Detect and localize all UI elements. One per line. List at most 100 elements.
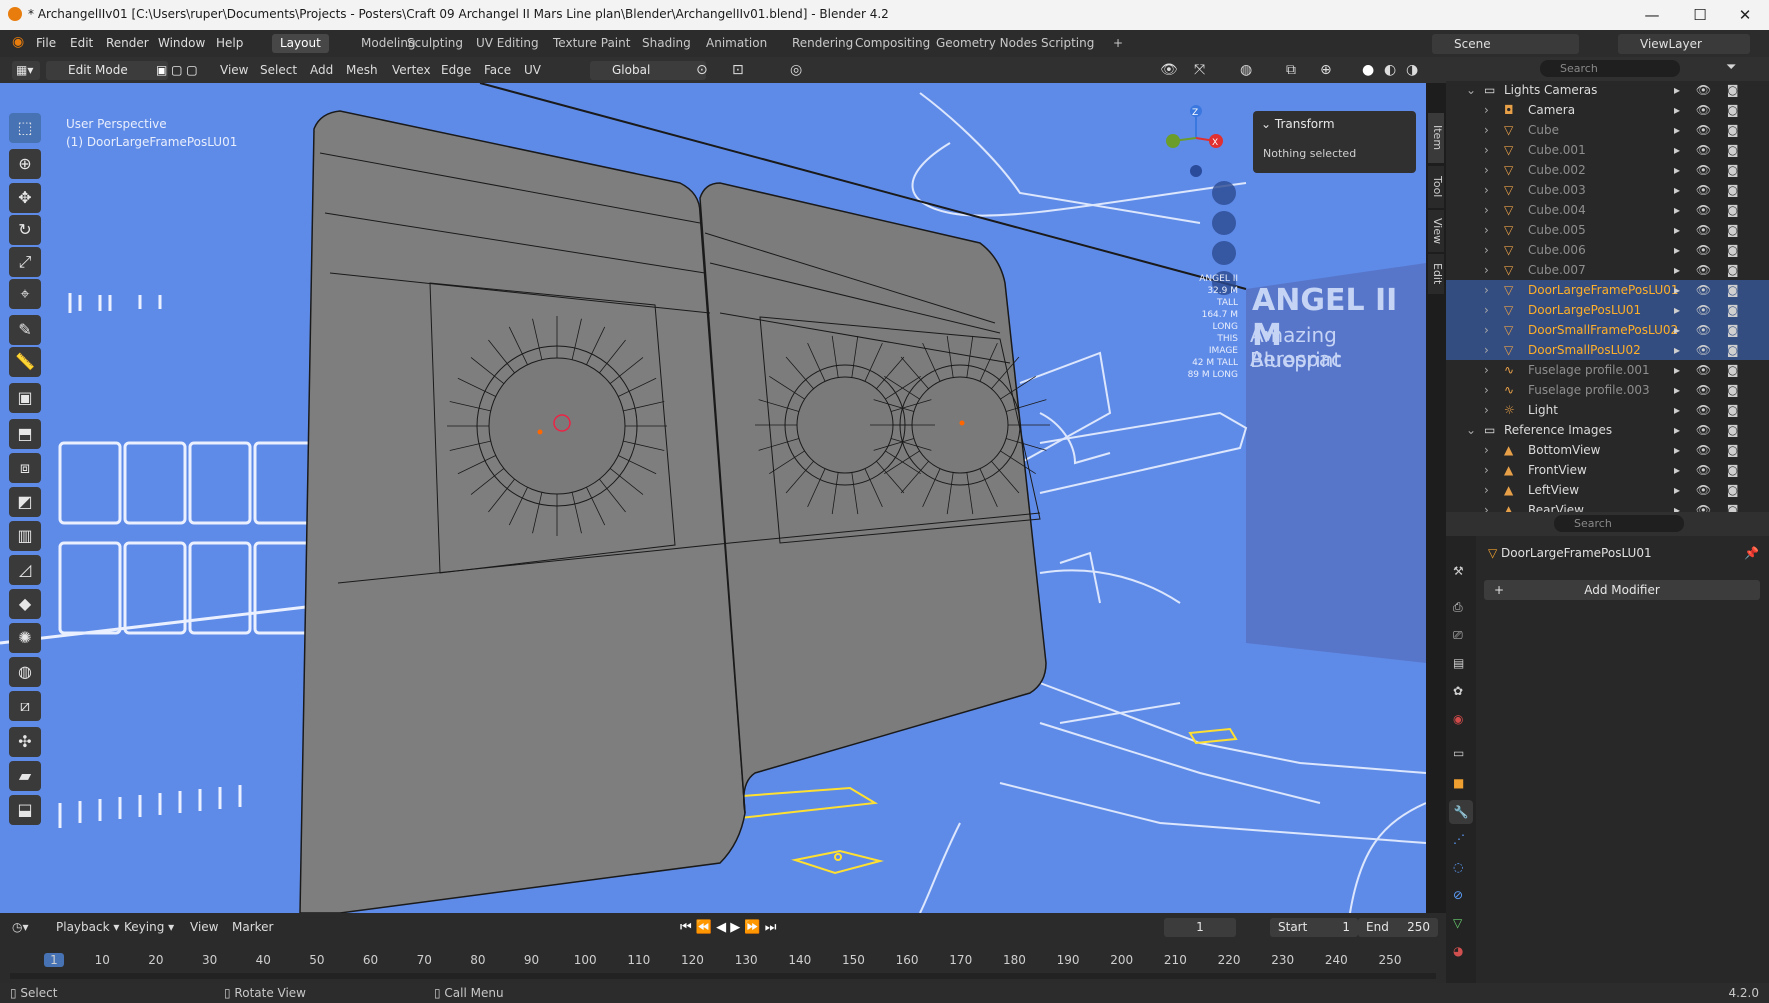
chevron-right-icon[interactable]: › bbox=[1484, 360, 1489, 380]
outliner-item-name[interactable]: DoorSmallPosLU02 bbox=[1528, 340, 1641, 360]
tab-tool[interactable]: Tool bbox=[1428, 166, 1444, 208]
smooth-tool-icon[interactable]: ◍ bbox=[9, 657, 41, 687]
view-layer-tab-icon[interactable]: ▤ bbox=[1453, 656, 1464, 670]
menu-file[interactable]: File bbox=[36, 36, 56, 50]
visibility-toggles[interactable]: ▸ 👁 ◙ bbox=[1674, 240, 1745, 260]
cursor-tool-icon[interactable]: ⊕ bbox=[9, 149, 41, 179]
shading-material-icon[interactable]: ◐ bbox=[1384, 61, 1396, 80]
menu-window[interactable]: Window bbox=[158, 36, 205, 50]
render-properties-tab-icon[interactable]: ⎙ bbox=[1453, 600, 1463, 615]
menu-select[interactable]: Select bbox=[260, 61, 297, 80]
visibility-toggles[interactable]: ▸ 👁 ◙ bbox=[1674, 120, 1745, 140]
outliner-item-name[interactable]: DoorLargePosLU01 bbox=[1528, 300, 1641, 320]
gizmo-icon[interactable]: ⤧ bbox=[1194, 61, 1205, 80]
outliner-row[interactable]: › ▽ Cube.007 ▸ 👁 ◙ bbox=[1446, 260, 1769, 280]
visibility-toggles[interactable]: ▸ 👁 ◙ bbox=[1674, 220, 1745, 240]
outliner-item-name[interactable]: Cube bbox=[1528, 120, 1559, 140]
chevron-down-icon[interactable]: ⌄ bbox=[1466, 80, 1476, 100]
transform-panel-header[interactable]: ⌄ Transform bbox=[1261, 117, 1335, 131]
blender-menu-icon[interactable]: ◉ bbox=[12, 34, 24, 50]
visibility-toggles[interactable]: ▸ 👁 ◙ bbox=[1674, 400, 1745, 420]
material-tab-icon[interactable]: ◕ bbox=[1453, 944, 1463, 958]
outliner-row[interactable]: › ∿ Fuselage profile.001 ▸ 👁 ◙ bbox=[1446, 360, 1769, 380]
shear-tool-icon[interactable]: ▰ bbox=[9, 761, 41, 791]
outliner-search-input[interactable]: Search bbox=[1540, 60, 1680, 77]
menu-render[interactable]: Render bbox=[106, 36, 149, 50]
outliner-item-name[interactable]: Cube.007 bbox=[1528, 260, 1586, 280]
timeline-editor-type-icon[interactable]: ◷▾ bbox=[12, 918, 29, 937]
tab-edit[interactable]: Edit bbox=[1428, 254, 1444, 294]
outliner-item-name[interactable]: Cube.004 bbox=[1528, 200, 1586, 220]
tab-workspace-scripting[interactable]: Scripting bbox=[1033, 34, 1102, 53]
properties-search-input[interactable]: Search bbox=[1554, 515, 1684, 532]
tab-workspace-animation[interactable]: Animation bbox=[698, 34, 775, 53]
timeline-scrollbar[interactable] bbox=[10, 973, 1436, 979]
shading-solid-icon[interactable]: ● bbox=[1362, 61, 1374, 80]
chevron-right-icon[interactable]: › bbox=[1484, 400, 1489, 420]
chevron-right-icon[interactable]: › bbox=[1484, 260, 1489, 280]
overlays-icon[interactable]: ◍ bbox=[1240, 61, 1252, 80]
shrink-fatten-tool-icon[interactable]: ✣ bbox=[9, 727, 41, 757]
outliner-item-name[interactable]: Camera bbox=[1528, 100, 1575, 120]
xray-icon[interactable]: ⧉ bbox=[1286, 61, 1296, 80]
start-frame-field[interactable]: Start 1 bbox=[1270, 918, 1358, 937]
visibility-toggles[interactable]: ▸ 👁 ◙ bbox=[1674, 100, 1745, 120]
modifier-tab-icon[interactable]: 🔧 bbox=[1449, 800, 1473, 824]
visibility-toggles[interactable]: ▸ 👁 ◙ bbox=[1674, 500, 1745, 512]
outliner-row[interactable]: ⌄ ▭ Reference Images ▸ 👁 ◙ bbox=[1446, 420, 1769, 440]
tab-workspace-geometry-nodes[interactable]: Geometry Nodes bbox=[928, 34, 1045, 53]
outliner-row[interactable]: › ☼ Light ▸ 👁 ◙ bbox=[1446, 400, 1769, 420]
3d-viewport[interactable]: Z X User Perspective (1) DoorLargeFrameP… bbox=[0, 83, 1426, 913]
menu-edge[interactable]: Edge bbox=[441, 61, 471, 80]
physics-tab-icon[interactable]: ◌ bbox=[1453, 860, 1463, 874]
bevel-tool-icon[interactable]: ◩ bbox=[9, 487, 41, 517]
outliner-item-name[interactable]: RearView bbox=[1528, 500, 1584, 512]
outliner-row[interactable]: › ▲ FrontView ▸ 👁 ◙ bbox=[1446, 460, 1769, 480]
menu-add[interactable]: Add bbox=[310, 61, 333, 80]
add-modifier-button[interactable]: + Add Modifier bbox=[1484, 580, 1760, 600]
outliner-item-name[interactable]: Fuselage profile.003 bbox=[1528, 380, 1650, 400]
chevron-right-icon[interactable]: › bbox=[1484, 120, 1489, 140]
tab-workspace-compositing[interactable]: Compositing bbox=[847, 34, 938, 53]
chevron-right-icon[interactable]: › bbox=[1484, 500, 1489, 512]
collection-tab-icon[interactable]: ▭ bbox=[1453, 746, 1464, 760]
spin-tool-icon[interactable]: ✺ bbox=[9, 623, 41, 653]
playback-menu[interactable]: Playback ▾ bbox=[56, 918, 119, 937]
loop-cut-tool-icon[interactable]: ▥ bbox=[9, 521, 41, 551]
menu-vertex[interactable]: Vertex bbox=[392, 61, 431, 80]
outliner-row[interactable]: › ▽ Cube.004 ▸ 👁 ◙ bbox=[1446, 200, 1769, 220]
visibility-toggles[interactable]: ▸ 👁 ◙ bbox=[1674, 380, 1745, 400]
transform-tool-icon[interactable]: ⌖ bbox=[9, 279, 41, 309]
snap-icon[interactable]: ⊡ bbox=[732, 61, 744, 80]
annotate-tool-icon[interactable]: ✎ bbox=[9, 315, 41, 345]
outliner-row[interactable]: › ▲ RearView ▸ 👁 ◙ bbox=[1446, 500, 1769, 512]
visibility-toggles[interactable]: ▸ 👁 ◙ bbox=[1674, 360, 1745, 380]
chevron-down-icon[interactable]: ⌄ bbox=[1466, 420, 1476, 440]
outliner-row[interactable]: › ▲ LeftView ▸ 👁 ◙ bbox=[1446, 480, 1769, 500]
outliner-row[interactable]: › ▲ BottomView ▸ 👁 ◙ bbox=[1446, 440, 1769, 460]
chevron-right-icon[interactable]: › bbox=[1484, 440, 1489, 460]
close-button[interactable]: ✕ bbox=[1725, 4, 1765, 26]
output-properties-tab-icon[interactable]: ⎚ bbox=[1453, 628, 1463, 643]
shading-wireframe-icon[interactable]: ⊕ bbox=[1320, 61, 1332, 80]
outliner-item-name[interactable]: Light bbox=[1528, 400, 1558, 420]
select-box-tool-icon[interactable]: ⬚ bbox=[9, 113, 41, 143]
extrude-tool-icon[interactable]: ⬒ bbox=[9, 419, 41, 449]
outliner-row[interactable]: › ▽ DoorLargeFramePosLU01 ▸ 👁 ◙ bbox=[1446, 280, 1769, 300]
keying-menu[interactable]: Keying ▾ bbox=[124, 918, 174, 937]
menu-uv[interactable]: UV bbox=[524, 61, 541, 80]
outliner-row[interactable]: › ▽ Cube.005 ▸ 👁 ◙ bbox=[1446, 220, 1769, 240]
move-tool-icon[interactable]: ✥ bbox=[9, 183, 41, 213]
visibility-toggles[interactable]: ▸ 👁 ◙ bbox=[1674, 180, 1745, 200]
outliner-row[interactable]: › ▽ Cube.002 ▸ 👁 ◙ bbox=[1446, 160, 1769, 180]
menu-face[interactable]: Face bbox=[484, 61, 511, 80]
object-tab-icon[interactable]: ■ bbox=[1453, 776, 1464, 790]
menu-view[interactable]: View bbox=[220, 61, 248, 80]
menu-mesh[interactable]: Mesh bbox=[346, 61, 378, 80]
outliner-item-name[interactable]: DoorLargeFramePosLU01 bbox=[1528, 280, 1679, 300]
outliner-item-name[interactable]: Reference Images bbox=[1504, 420, 1612, 440]
outliner-item-name[interactable]: Cube.005 bbox=[1528, 220, 1586, 240]
tool-properties-tab-icon[interactable]: ⚒ bbox=[1453, 564, 1464, 578]
playback-controls[interactable]: ⏮ ⏪ ◀ ▶ ⏩ ⏭ bbox=[680, 918, 776, 937]
chevron-right-icon[interactable]: › bbox=[1484, 480, 1489, 500]
